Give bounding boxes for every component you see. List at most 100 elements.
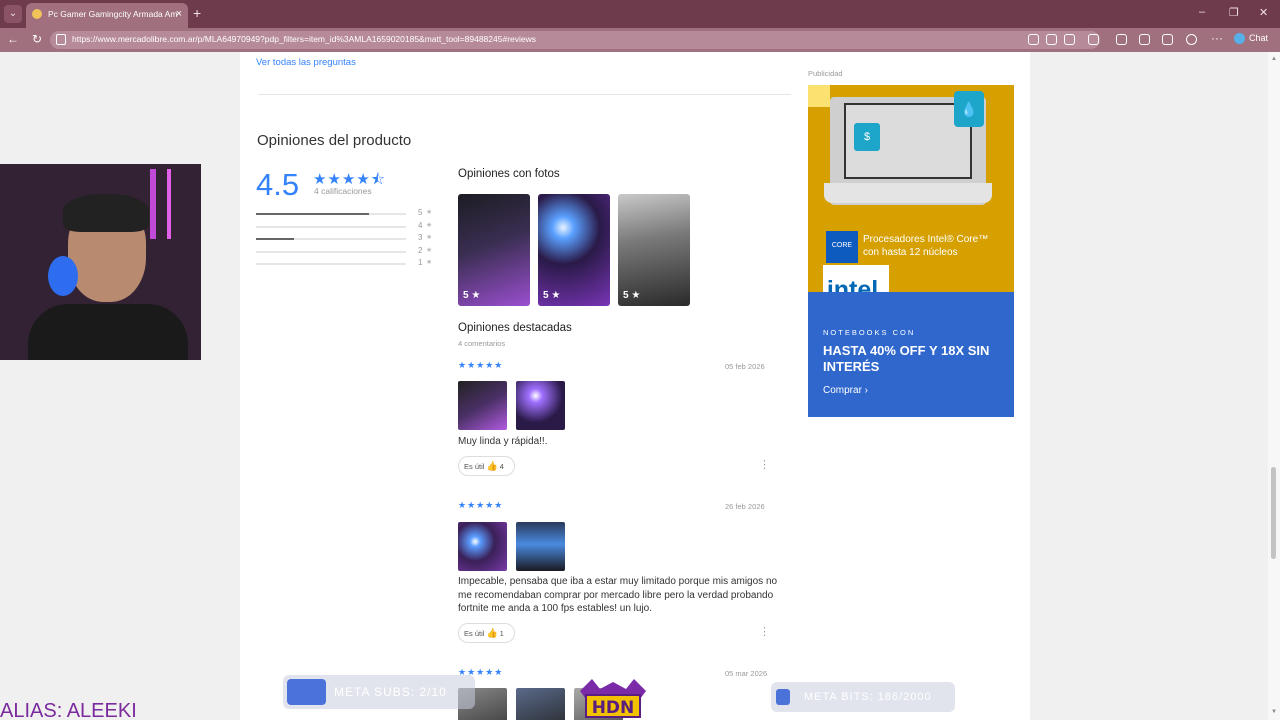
helpful-button[interactable]: Es útil 👍 4 — [458, 456, 515, 476]
helpful-count: 4 — [499, 462, 504, 471]
rating-bar — [256, 238, 406, 241]
history-icon[interactable] — [1162, 34, 1173, 45]
reviews-card: Ver todas las preguntas Opiniones del pr… — [240, 52, 1030, 720]
tab-list-chevron-icon[interactable]: ⌄ — [4, 5, 22, 23]
tab-active[interactable]: Pc Gamer Gamingcity Armada Am × — [26, 3, 188, 28]
subs-progress — [287, 679, 326, 705]
review-photo[interactable]: 5 ★ — [538, 194, 610, 306]
page-scrollbar[interactable]: ▲ ▼ — [1268, 52, 1280, 720]
tab-close-icon[interactable]: × — [176, 3, 182, 25]
review-date: 05 mar 2026 — [725, 669, 768, 678]
back-arrow-icon[interactable]: ← — [7, 32, 19, 46]
review-text: Impecable, pensaba que iba a estar muy l… — [458, 576, 778, 614]
review-thumb[interactable] — [516, 522, 565, 571]
hdn-logo: HDN — [580, 679, 646, 718]
rating-bar-label: 3 — [418, 233, 423, 243]
copilot-chat-button[interactable]: Chat — [1234, 33, 1269, 45]
favorites-icon[interactable] — [1139, 34, 1150, 45]
new-tab-icon[interactable]: + — [193, 5, 201, 21]
minimize-icon[interactable]: – — [1199, 6, 1205, 18]
review-stars: ★★★★★ — [458, 500, 504, 510]
review-more-icon[interactable]: ⋮ — [759, 458, 770, 471]
ad-processors-text: Procesadores Intel® Core™ con hasta 12 n… — [863, 234, 989, 258]
review-more-icon[interactable]: ⋮ — [759, 625, 770, 638]
review-text: Muy linda y rápida!!. — [458, 436, 548, 447]
extensions-icon[interactable] — [1088, 34, 1099, 45]
profile-icon[interactable] — [1186, 34, 1197, 45]
restore-icon[interactable]: ❐ — [1229, 6, 1239, 19]
split-screen-icon[interactable] — [1116, 34, 1127, 45]
rating-average: 4.5 — [256, 167, 300, 202]
copilot-icon — [1234, 33, 1245, 45]
address-bar: ← ↻ https://www.mercadolibre.com.ar/p/ML… — [0, 28, 1280, 52]
more-options-icon[interactable]: ··· — [1211, 31, 1223, 45]
review-stars: ★★★★★ — [458, 360, 504, 370]
drop-tag-icon: 💧 — [954, 91, 984, 127]
hdn-logo-text: HDN — [592, 698, 635, 718]
meta-subs-widget: META SUBS: 2/10 — [283, 675, 475, 709]
ad-corner-stripe — [808, 85, 830, 107]
page-info-icon[interactable] — [56, 34, 66, 45]
scroll-up-icon[interactable]: ▲ — [1271, 56, 1277, 62]
ad-top-panel: 💧 $ CORE Procesadores Intel® Core™ con h… — [808, 85, 1014, 315]
tab-favicon-icon — [32, 9, 42, 19]
review-thumb[interactable] — [516, 381, 565, 430]
ad-buy-link[interactable]: Comprar › — [823, 385, 868, 396]
meta-bits-text: META BITS: 186/2000 — [804, 691, 932, 703]
rating-count: 4 calificaciones — [314, 186, 372, 196]
see-all-questions-link[interactable]: Ver todas las preguntas — [256, 57, 356, 68]
rating-bar-label: 5 — [418, 208, 423, 217]
photo-rating: 5 ★ — [623, 290, 641, 301]
url-text: https://www.mercadolibre.com.ar/p/MLA649… — [72, 34, 537, 44]
photo-rating: 5 ★ — [543, 290, 561, 301]
scroll-down-icon[interactable]: ▼ — [1271, 709, 1277, 715]
refresh-icon[interactable]: ↻ — [32, 32, 42, 46]
streamer-body — [28, 304, 188, 360]
favorite-star-icon[interactable] — [1064, 34, 1075, 45]
webcam-overlay — [0, 164, 201, 360]
helpful-button[interactable]: Es útil 👍 1 — [458, 623, 515, 643]
rating-bar — [256, 263, 406, 266]
read-aloud-icon[interactable] — [1046, 34, 1057, 45]
meta-bits-widget: META BITS: 186/2000 — [771, 682, 955, 712]
rating-bar-label: 4 — [418, 220, 423, 230]
star-icon: ★ — [426, 234, 433, 242]
rating-bar-fill — [256, 213, 369, 215]
streamer-hair — [63, 194, 149, 232]
photo-rating: 5 ★ — [463, 290, 481, 301]
tag-icon[interactable] — [1028, 34, 1039, 45]
review-thumb[interactable] — [516, 688, 565, 720]
alias-text: ALIAS: ALEEKI — [0, 700, 137, 720]
review-photo[interactable]: 5 ★ — [618, 194, 690, 306]
window-close-icon[interactable]: ✕ — [1259, 6, 1268, 19]
review-date: 26 feb 2026 — [725, 502, 765, 511]
rating-bar-fill — [256, 238, 294, 241]
helpful-label: Es útil — [464, 629, 485, 638]
helpful-count: 1 — [499, 629, 504, 638]
tab-title: Pc Gamer Gamingcity Armada Am — [48, 9, 178, 19]
url-field[interactable]: https://www.mercadolibre.com.ar/p/MLA649… — [50, 31, 1100, 49]
review-photo[interactable]: 5 ★ — [458, 194, 530, 306]
thumbs-up-icon: 👍 — [486, 461, 498, 471]
ad-bottom-panel: NOTEBOOKS CON HASTA 40% OFF Y 18X SIN IN… — [808, 292, 1014, 417]
star-icon: ★ — [426, 246, 433, 254]
star-icon: ★ — [426, 259, 433, 267]
rating-bar-label: 2 — [418, 245, 423, 255]
thumbs-up-icon: 👍 — [486, 628, 498, 638]
neon-light — [167, 169, 171, 239]
laptop-base — [824, 183, 992, 203]
review-date: 05 feb 2026 — [725, 362, 765, 371]
star-icon: ★ — [426, 209, 433, 216]
review-thumb[interactable] — [458, 522, 507, 571]
ad-notebooks-text: NOTEBOOKS CON — [823, 328, 916, 337]
review-thumb[interactable] — [458, 381, 507, 430]
dollar-tag-icon: $ — [854, 123, 880, 151]
scrollbar-thumb[interactable] — [1271, 467, 1276, 559]
intel-core-badge: CORE — [826, 231, 858, 263]
intel-ad-banner[interactable]: 💧 $ CORE Procesadores Intel® Core™ con h… — [808, 85, 1014, 417]
featured-title: Opiniones destacadas — [458, 322, 572, 334]
bits-progress — [776, 689, 790, 705]
rating-bar — [256, 213, 406, 215]
chat-label: Chat — [1249, 33, 1269, 43]
rating-bar — [256, 250, 406, 253]
